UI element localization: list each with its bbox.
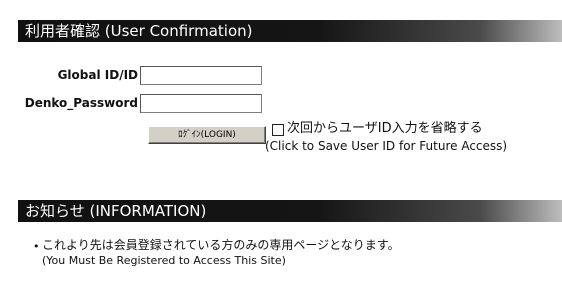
global-id-label: Global ID/ID bbox=[57, 68, 138, 82]
remember-id-checkbox[interactable] bbox=[272, 123, 284, 136]
global-id-input[interactable] bbox=[140, 66, 262, 85]
login-page: 利用者確認 (User Confirmation) Global ID/ID D… bbox=[0, 0, 562, 295]
info-item-text-en: (You Must Be Registered to Access This S… bbox=[42, 254, 286, 267]
password-label: Denko_Password bbox=[24, 96, 138, 110]
password-input[interactable] bbox=[140, 94, 262, 113]
remember-id-label-en: (Click to Save User ID for Future Access… bbox=[265, 139, 508, 153]
user-confirmation-header: 利用者確認 (User Confirmation) bbox=[18, 20, 562, 42]
info-item-text-jp: これより先は会員登録されている方のみの専用ページとなります。 bbox=[42, 238, 400, 252]
bullet-icon: • bbox=[33, 240, 40, 253]
login-button[interactable]: ﾛｸﾞｲﾝ(LOGIN) bbox=[148, 126, 266, 144]
information-header: お知らせ (INFORMATION) bbox=[18, 200, 562, 222]
remember-id-row[interactable]: 次回からユーザID入力を省略する bbox=[272, 121, 483, 137]
remember-id-label-jp[interactable]: 次回からユーザID入力を省略する bbox=[287, 121, 483, 137]
